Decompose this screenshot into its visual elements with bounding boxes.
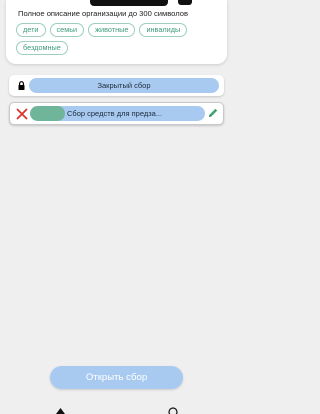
tag-chip[interactable]: семьи	[49, 23, 85, 37]
fundraiser-row-closed[interactable]: Закрытый сбор	[9, 75, 224, 96]
home-icon[interactable]	[56, 408, 65, 414]
fundraiser-progress-bar: Сбор средств для предза...	[30, 106, 205, 121]
tag-chip[interactable]: дети	[16, 23, 46, 37]
tag-chip[interactable]: инвалиды	[139, 23, 188, 37]
fundraiser-label: Закрытый сбор	[29, 78, 219, 93]
close-icon[interactable]	[16, 108, 28, 120]
pencil-icon[interactable]	[207, 107, 219, 119]
tag-list: дети семьи животные инвалиды бездомные	[16, 23, 226, 55]
tag-chip[interactable]: бездомные	[16, 41, 68, 55]
lock-icon	[18, 81, 25, 90]
organization-title-cropped-end	[178, 0, 192, 5]
organization-card: Полное описание организации до 300 симво…	[6, 0, 227, 64]
progress-fill	[30, 106, 65, 121]
organization-description: Полное описание организации до 300 симво…	[18, 9, 188, 18]
organization-title-cropped	[90, 0, 168, 6]
open-fundraiser-button[interactable]: Открыть сбор	[50, 366, 183, 389]
tag-chip[interactable]: животные	[88, 23, 136, 37]
fundraiser-label: Сбор средств для предза...	[67, 109, 163, 118]
profile-icon[interactable]	[168, 407, 178, 414]
fundraiser-row-active[interactable]: Сбор средств для предза...	[9, 102, 224, 125]
